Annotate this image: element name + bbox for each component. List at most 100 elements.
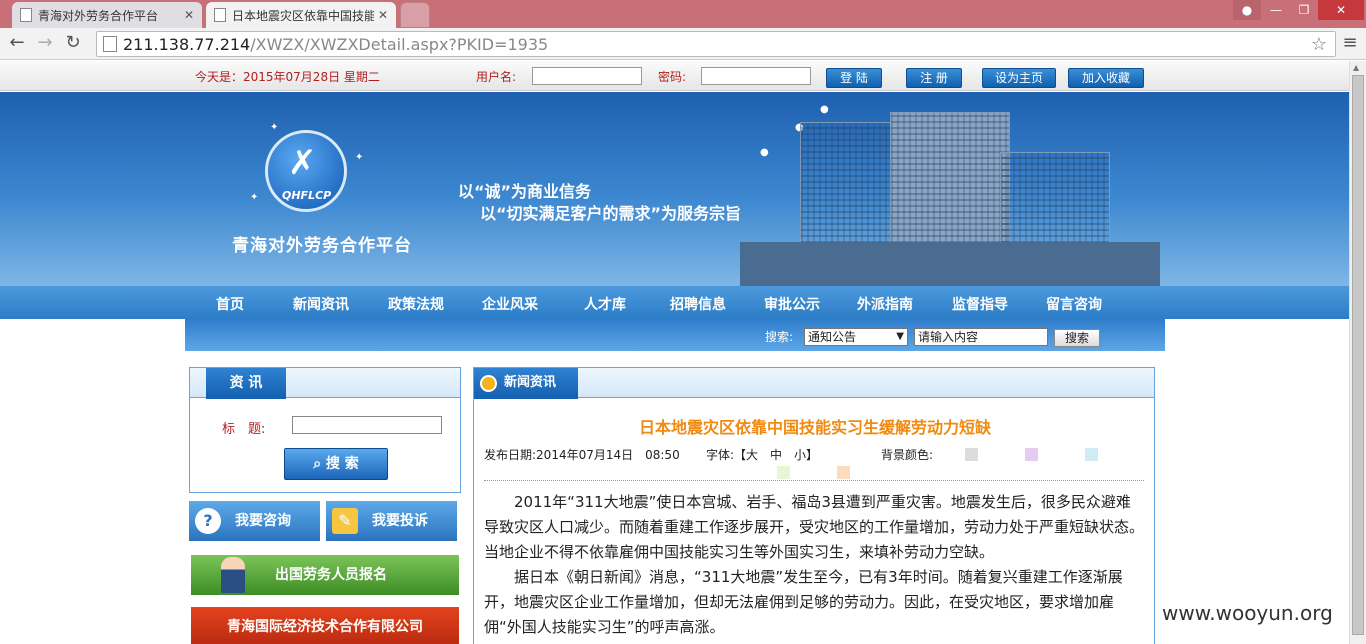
info-search-label: 搜 索 (325, 456, 359, 472)
bg-swatch-orange[interactable] (837, 466, 850, 479)
close-icon[interactable]: ✕ (1318, 0, 1364, 20)
password-input[interactable] (701, 67, 811, 85)
nav-home[interactable]: 首页 (216, 294, 244, 314)
divider (484, 480, 1144, 481)
info-search-button[interactable]: ⌕ 搜 索 (284, 448, 388, 480)
building-base (740, 242, 1160, 286)
bg-swatch-gray[interactable] (965, 448, 978, 461)
edit-icon: ✎ (332, 508, 358, 534)
address-toolbar: ← → ↻ 211.138.77.214/XWZX/XWZXDetail.asp… (0, 28, 1366, 60)
search-button[interactable]: 搜索 (1054, 329, 1100, 347)
sparkle-icon: ✦ (270, 122, 279, 133)
tab-title: 青海对外劳务合作平台 (38, 8, 159, 23)
username-label: 用户名: (476, 70, 517, 84)
vertical-scrollbar[interactable]: ▲ (1349, 61, 1366, 644)
page-icon (214, 8, 226, 22)
complain-label: 我要投诉 (372, 513, 428, 529)
refresh-icon (480, 375, 497, 392)
nav-talent[interactable]: 人才库 (584, 294, 626, 314)
sparkle-icon: ● (760, 147, 769, 158)
login-bar: 今天是：2015年07月28日 星期二 用户名: 密码: 登 陆 注 册 设为主… (0, 61, 1349, 91)
info-title: 资 讯 (206, 368, 286, 399)
consult-button[interactable]: ? 我要咨询 (189, 501, 320, 541)
search-input[interactable]: 请输入内容 (914, 328, 1048, 346)
company-link[interactable]: 青海国际经济技术合作有限公司 (191, 607, 459, 644)
username-input[interactable] (532, 67, 642, 85)
nav-message[interactable]: 留言咨询 (1046, 294, 1102, 314)
logo-abbreviation: QHFLCP (282, 189, 332, 202)
article-panel: 新闻资讯 日本地震灾区依靠中国技能实习生缓解劳动力短缺 发布日期:2014年07… (473, 367, 1155, 644)
question-icon: ? (195, 508, 221, 534)
article-paragraph: 据日本《朝日新闻》消息，“311大地震”发生至今，已有3年时间。随着复兴重建工作… (484, 568, 1123, 636)
password-label: 密码: (658, 70, 687, 84)
close-tab-icon[interactable]: ✕ (184, 8, 194, 22)
sparkle-icon: ● (820, 104, 829, 115)
page-icon (20, 8, 32, 22)
close-tab-icon[interactable]: ✕ (378, 8, 388, 22)
article-title: 日本地震灾区依靠中国技能实习生缓解劳动力短缺 (638, 418, 991, 437)
complain-button[interactable]: ✎ 我要投诉 (326, 501, 457, 541)
watermark-text: www.wooyun.org (1158, 601, 1337, 625)
search-bar: 搜索: 通知公告 ▼ 请输入内容 搜索 (185, 319, 1165, 351)
article-paragraph: 2011年“311大地震”使日本宫城、岩手、福岛3县遭到严重灾害。地震发生后，很… (484, 493, 1145, 561)
nav-news[interactable]: 新闻资讯 (293, 294, 349, 314)
sparkle-icon: ✦ (355, 152, 364, 163)
url-path: /XWZX/XWZXDetail.aspx?PKID=1935 (250, 34, 549, 54)
nav-supervision[interactable]: 监督指导 (952, 294, 1008, 314)
background-color-label: 背景颜色: (881, 448, 934, 462)
magnifier-icon: ⌕ (313, 456, 326, 472)
nav-enterprise[interactable]: 企业风采 (482, 294, 538, 314)
chevron-down-icon: ▼ (896, 331, 904, 342)
search-category-value: 通知公告 (808, 330, 857, 344)
nav-guide[interactable]: 外派指南 (857, 294, 913, 314)
web-page: 今天是：2015年07月28日 星期二 用户名: 密码: 登 陆 注 册 设为主… (0, 61, 1349, 644)
sparkle-icon: ✦ (250, 192, 259, 203)
url-input[interactable]: 211.138.77.214/XWZX/XWZXDetail.aspx?PKID… (96, 31, 1336, 57)
title-label: 标 题: (222, 422, 266, 437)
font-size-controls[interactable]: 字体:【大 中 小】 (706, 446, 818, 463)
register-button[interactable]: 注 册 (906, 68, 962, 88)
site-banner: ✦ ✦ ✦ ● ● ● ✗ QHFLCP 青海对外劳务合作平台 以“诚”为商业信… (0, 92, 1349, 286)
scroll-up-icon[interactable]: ▲ (1353, 63, 1359, 72)
browser-tab-active[interactable]: 日本地震灾区依靠中国技能 ✕ (206, 2, 396, 28)
nav-policy[interactable]: 政策法规 (388, 294, 444, 314)
minimize-icon[interactable]: — (1262, 0, 1290, 20)
date-text: 今天是：2015年07月28日 星期二 (195, 70, 380, 84)
add-favorite-button[interactable]: 加入收藏 (1068, 68, 1144, 88)
article-section: 新闻资讯 (474, 368, 578, 399)
browser-tab[interactable]: 青海对外劳务合作平台 ✕ (12, 2, 202, 28)
slogan-line-2: 以“切实满足客户的需求”为服务宗旨 (480, 204, 742, 223)
search-label: 搜索: (765, 330, 794, 344)
back-icon[interactable]: ← (6, 32, 28, 53)
info-search-box: 资 讯 标 题: ⌕ 搜 索 (189, 367, 461, 493)
logo-figure-icon: ✗ (288, 143, 317, 183)
browser-titlebar: 青海对外劳务合作平台 ✕ 日本地震灾区依靠中国技能 ✕ ● — ❐ ✕ (0, 0, 1366, 28)
bookmark-star-icon[interactable]: ☆ (1311, 34, 1327, 55)
labor-register-label: 出国劳务人员报名 (275, 567, 387, 583)
url-host: 211.138.77.214 (123, 34, 251, 54)
search-category-select[interactable]: 通知公告 ▼ (804, 328, 908, 346)
maximize-icon[interactable]: ❐ (1290, 0, 1318, 20)
bg-swatch-purple[interactable] (1025, 448, 1038, 461)
reload-icon[interactable]: ↻ (62, 32, 84, 53)
title-input[interactable] (292, 416, 442, 434)
slogan-line-1: 以“诚”为商业信务 (458, 182, 592, 201)
site-logo: ✗ QHFLCP (265, 130, 347, 212)
set-home-button[interactable]: 设为主页 (982, 68, 1056, 88)
tab-title: 日本地震灾区依靠中国技能 (232, 8, 374, 23)
menu-icon[interactable]: ≡ (1338, 32, 1362, 53)
nav-jobs[interactable]: 招聘信息 (670, 294, 726, 314)
new-tab-button[interactable] (400, 2, 430, 28)
consult-label: 我要咨询 (235, 513, 291, 529)
person-icon (221, 557, 245, 593)
article-section-label: 新闻资讯 (504, 375, 557, 390)
nav-approval[interactable]: 审批公示 (764, 294, 820, 314)
scrollbar-thumb[interactable] (1352, 75, 1364, 635)
forward-icon[interactable]: → (34, 32, 56, 53)
login-button[interactable]: 登 陆 (826, 68, 882, 88)
user-icon[interactable]: ● (1233, 0, 1261, 20)
bg-swatch-green[interactable] (777, 466, 790, 479)
info-header: 资 讯 (190, 368, 460, 399)
labor-register-button[interactable]: 出国劳务人员报名 (191, 555, 459, 595)
bg-swatch-cyan[interactable] (1085, 448, 1098, 461)
